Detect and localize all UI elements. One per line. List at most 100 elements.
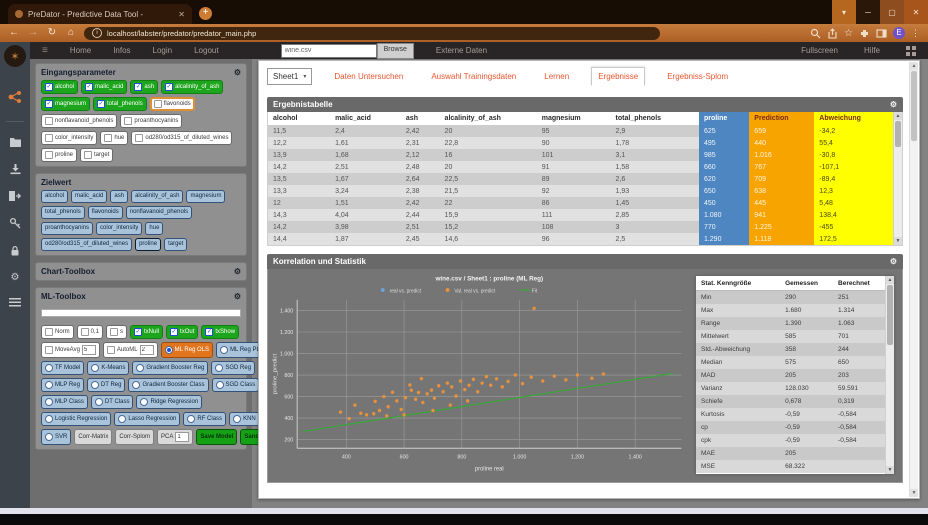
moveavg-checkbox[interactable]: MoveAvg [41,342,100,358]
dt-class-radio[interactable]: DT Class [91,395,134,409]
gear-icon[interactable]: ⚙ [234,267,241,276]
ash-button[interactable]: ash [110,190,128,203]
flavonoids-button[interactable]: flavonoids [88,206,123,219]
tab-lernen[interactable]: Lernen [538,68,575,85]
scrollbar-thumb[interactable] [895,121,901,147]
hue-checkbox[interactable]: hue [100,131,128,145]
nonflavanoid-phenols-button[interactable]: nonflavanoid_phenols [126,206,192,219]
txshow-checkbox[interactable]: ✓txShow [201,325,239,339]
browser-tab[interactable]: PreDator - Predictive Data Tool - ✕ [8,4,192,24]
share-icon[interactable] [827,28,838,39]
result-table-scrollbar[interactable]: ▲ ▼ [893,112,902,245]
scroll-down-icon[interactable]: ▼ [894,237,902,245]
stats-scrollbar[interactable]: ▲ ▼ [885,276,894,474]
nav-home[interactable]: Home [70,46,91,55]
molecule-icon[interactable] [7,89,23,105]
nav-fullscreen[interactable]: Fullscreen [801,46,838,55]
color-intensity-button[interactable]: color_intensity [96,222,142,235]
alcohol-checkbox[interactable]: ✓alcohol [41,80,78,94]
restore-icon[interactable]: ▢ [880,0,904,24]
malic-acid-checkbox[interactable]: ✓malic_acid [81,80,127,94]
alcalinity-of-ash-button[interactable]: alcalinity_of_ash [131,190,183,203]
forward-icon[interactable]: → [27,27,39,39]
nav-logout[interactable]: Logout [194,46,218,55]
pca-value-input[interactable] [175,432,189,442]
sgd-class-radio[interactable]: SGD Class [212,378,260,392]
gear-icon[interactable]: ⚙ [890,257,897,266]
sidepanel-icon[interactable] [876,28,887,39]
proanthocyanins-checkbox[interactable]: proanthocyanins [120,114,182,128]
norm-checkbox[interactable]: Norm [41,325,74,339]
logistic-regression-radio[interactable]: Logistic Regression [41,412,111,426]
malic-acid-button[interactable]: malic_acid [71,190,107,203]
nav-hilfe[interactable]: Hilfe [864,46,880,55]
rf-class-radio[interactable]: RF Class [183,412,226,426]
scroll-up-icon[interactable]: ▲ [894,112,902,120]
list-icon[interactable] [9,298,21,307]
extensions-icon[interactable] [859,28,870,39]
gear-icon[interactable]: ⚙ [890,100,897,109]
ml-reg-ols-radio[interactable]: ML Reg OLS [161,342,213,358]
folder-icon[interactable] [9,137,22,148]
mlp-reg-radio[interactable]: MLP Reg [41,378,84,392]
knn-radio[interactable]: KNN [229,412,260,426]
target-checkbox[interactable]: target [80,148,113,162]
tab-ergebnisse[interactable]: Ergebnisse [591,67,645,86]
hue-button[interactable]: hue [145,222,163,235]
ridge-regression-radio[interactable]: Ridge Regression [136,395,202,409]
new-tab-button[interactable]: + [199,7,212,20]
menu-kebab-icon[interactable]: ⋮ [911,28,920,39]
profile-avatar[interactable]: E [893,27,905,39]
automl-value-input[interactable] [140,345,154,355]
window-menu-icon[interactable]: ▾ [832,0,856,24]
zoom-icon[interactable] [810,28,821,39]
tab-ergebniss-splom[interactable]: Ergebniss-Splom [661,68,734,85]
txout-checkbox[interactable]: ✓txOut [166,325,198,339]
save-model-button[interactable]: Save Model [196,429,237,445]
url-bar[interactable]: i localhost/labster/predator/predator_ma… [84,27,660,40]
grid-menu-icon[interactable] [906,46,916,56]
scrollbar-thumb[interactable] [887,285,893,345]
svr-radio[interactable]: SVR [41,429,71,445]
hamburger-menu-icon[interactable]: ≡ [42,45,48,56]
close-icon[interactable]: ✕ [904,0,928,24]
automl-checkbox[interactable]: AutoML [103,342,158,358]
minimize-icon[interactable]: ─ [856,0,880,24]
lasso-regression-radio[interactable]: Lasso Regression [114,412,180,426]
moveavg-value-input[interactable] [82,345,96,355]
gradient-booster-reg-radio[interactable]: Gradient Booster Reg [132,361,208,375]
magnesium-checkbox[interactable]: ✓magnesium [41,97,90,111]
nav-infos[interactable]: Infos [113,46,130,55]
gear-icon[interactable]: ⚙ [234,68,241,77]
ash-checkbox[interactable]: ✓ash [130,80,158,94]
lock-icon[interactable] [9,245,21,257]
s-checkbox[interactable]: s [106,325,127,339]
tab-close-icon[interactable]: ✕ [178,10,185,19]
nav-login[interactable]: Login [153,46,173,55]
mlp-class-radio[interactable]: MLP Class [41,395,88,409]
alcohol-button[interactable]: alcohol [41,190,68,203]
tab-auswahl-trainingsdaten[interactable]: Auswahl Trainingsdaten [425,68,522,85]
bookmark-star-icon[interactable]: ☆ [844,28,853,39]
k-means-radio[interactable]: K-Means [87,361,129,375]
magnesium-button[interactable]: magnesium [186,190,225,203]
color-intensity-checkbox[interactable]: color_intensity [41,131,97,145]
total-phenols-checkbox[interactable]: ✓total_phenols [93,97,147,111]
corr-splom-button[interactable]: Corr-Splom [115,429,154,445]
sgd-reg-radio[interactable]: SGD Reg [211,361,255,375]
proline-button[interactable]: proline [135,238,161,251]
flavonoids-checkbox[interactable]: flavonoids [150,97,195,111]
gear-icon[interactable]: ⚙ [234,292,241,301]
gear-icon[interactable]: ⚙ [11,272,20,283]
back-icon[interactable]: ← [8,27,20,39]
site-info-icon[interactable]: i [92,28,102,38]
nav-externe-daten[interactable]: Externe Daten [436,46,487,55]
nonflavanoid-phenols-checkbox[interactable]: nonflavanoid_phenols [41,114,117,128]
file-input[interactable] [281,44,377,58]
total-phenols-button[interactable]: total_phenols [41,206,85,219]
card-scrollbar[interactable]: ▲ ▼ [909,62,918,497]
od280-od315-of-diluted-wines-button[interactable]: od280/od315_of_diluted_wines [41,238,132,251]
browse-button[interactable]: Browse [377,43,414,59]
txnull-checkbox[interactable]: ✓txNull [130,325,163,339]
ml-filter-input[interactable] [41,309,241,317]
